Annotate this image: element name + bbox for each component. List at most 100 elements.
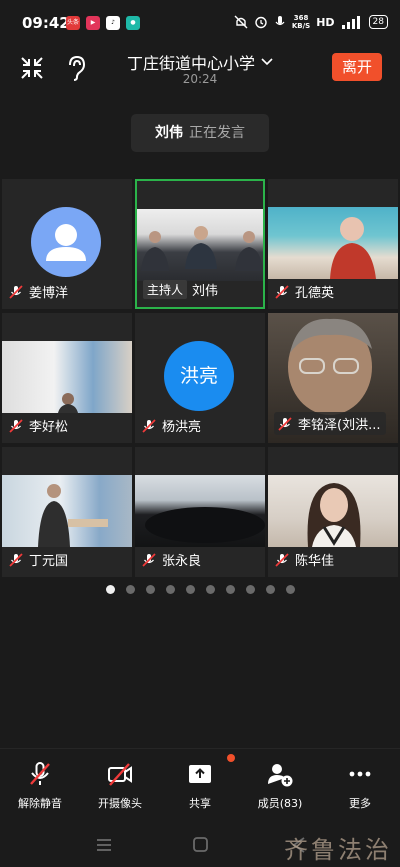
avatar: 洪亮	[164, 341, 234, 411]
members-button[interactable]: 成员(83)	[240, 761, 320, 811]
participant-name: 丁元国	[29, 554, 69, 569]
status-app-icons: 头条 ▶ ♪ ●	[66, 16, 140, 30]
more-icon	[349, 771, 371, 777]
members-icon	[268, 764, 293, 787]
video-app-icon: ▶	[86, 16, 100, 30]
hd-indicator: HD	[316, 15, 335, 29]
mic-muted-icon	[142, 552, 156, 567]
participant-label: 李铭泽(刘洪...	[274, 412, 387, 435]
participant-tile[interactable]: 洪亮 杨洪亮	[135, 313, 265, 443]
participant-label: 丁元国	[8, 550, 68, 569]
news-app-icon: 头条	[66, 16, 80, 30]
menu-nav-icon[interactable]	[96, 838, 112, 852]
start-camera-button[interactable]: 开摄像头	[80, 761, 160, 811]
participant-tile[interactable]: 孔德英	[268, 179, 398, 309]
participant-label: 杨洪亮	[141, 416, 201, 435]
mic-muted-icon	[9, 552, 23, 567]
participant-name: 张永良	[162, 554, 202, 569]
participant-tile-active[interactable]: 主持人 刘伟	[135, 179, 265, 309]
leave-button[interactable]: 离开	[332, 53, 382, 81]
participant-tile[interactable]: 丁元国	[2, 447, 132, 577]
silent-icon	[234, 15, 248, 29]
speaker-status: 正在发言	[189, 125, 245, 141]
video-feed	[268, 475, 398, 547]
mic-status-icon	[275, 16, 285, 26]
participant-tile[interactable]: 陈华佳	[268, 447, 398, 577]
page-dot[interactable]	[125, 585, 135, 594]
status-bar: 09:42 头条 ▶ ♪ ● 368 KB/S HD 28	[0, 0, 400, 44]
participant-label: 李好松	[8, 416, 68, 435]
chat-app-icon: ●	[126, 16, 140, 30]
system-nav-bar: 齐鲁法治	[0, 826, 400, 867]
mic-muted-icon	[142, 418, 156, 433]
network-speed: 368 KB/S	[291, 14, 311, 30]
speaker-name: 刘伟	[155, 125, 183, 141]
participant-label: 孔德英	[274, 282, 334, 301]
video-people	[141, 226, 263, 271]
share-button[interactable]: 共享	[160, 761, 240, 811]
watermark: 齐鲁法治	[284, 836, 392, 864]
video-scene	[145, 507, 265, 543]
mic-muted-icon	[275, 552, 289, 567]
video-feed	[137, 209, 263, 281]
mic-muted-icon	[9, 284, 23, 299]
participant-name: 姜博洋	[29, 286, 69, 301]
participant-name: 陈华佳	[295, 554, 335, 569]
participant-tile[interactable]: 姜博洋	[2, 179, 132, 309]
video-person	[58, 393, 78, 413]
battery-icon: 28	[368, 15, 388, 29]
video-person	[307, 483, 361, 547]
avatar	[31, 207, 101, 277]
host-badge: 主持人	[143, 280, 188, 299]
page-dot[interactable]	[285, 585, 295, 594]
participant-name: 孔德英	[295, 286, 335, 301]
video-person	[38, 484, 108, 547]
mic-muted-icon	[30, 762, 50, 785]
page-dot[interactable]	[185, 585, 195, 594]
participant-label: 主持人 刘伟	[143, 280, 218, 299]
share-notification-dot	[227, 754, 235, 762]
chevron-down-icon	[261, 58, 273, 66]
page-indicator[interactable]	[0, 585, 400, 594]
participant-label: 姜博洋	[8, 282, 68, 301]
unmute-button[interactable]: 解除静音	[0, 761, 80, 811]
video-person	[330, 217, 376, 279]
participant-label: 张永良	[141, 550, 201, 569]
page-dot[interactable]	[165, 585, 175, 594]
mic-muted-icon	[278, 416, 292, 431]
participant-tile[interactable]: 李铭泽(刘洪...	[268, 313, 398, 443]
page-dot[interactable]	[145, 585, 155, 594]
page-dot[interactable]	[105, 585, 115, 594]
participant-tile[interactable]: 李好松	[2, 313, 132, 443]
mic-muted-icon	[9, 418, 23, 433]
participant-label: 陈华佳	[274, 550, 334, 569]
status-indicators: 368 KB/S HD 28	[234, 14, 388, 30]
alarm-icon	[255, 16, 267, 29]
participant-name: 杨洪亮	[162, 420, 202, 435]
mic-muted-icon	[275, 284, 289, 299]
meeting-header: 丁庄街道中心小学 20:24 离开	[0, 44, 400, 92]
video-feed	[2, 475, 132, 547]
person-icon	[46, 224, 86, 261]
more-button[interactable]: 更多	[320, 761, 400, 811]
signal-icon	[341, 15, 360, 29]
tiktok-app-icon: ♪	[106, 16, 120, 30]
speaking-indicator: 刘伟 正在发言	[131, 114, 269, 152]
video-feed	[2, 341, 132, 413]
status-time: 09:42	[22, 14, 70, 32]
video-feed	[135, 475, 265, 547]
home-nav-icon[interactable]	[193, 837, 208, 852]
participant-grid: 姜博洋 主持人 刘伟 孔德英 李好松 洪亮 杨洪亮 李铭泽(刘洪... 丁元国 …	[2, 179, 398, 577]
participant-tile[interactable]: 张永良	[135, 447, 265, 577]
meeting-toolbar: 解除静音 开摄像头 共享 成员(83) 更多	[0, 748, 400, 826]
share-screen-icon	[189, 765, 211, 783]
page-dot[interactable]	[205, 585, 215, 594]
page-dot[interactable]	[245, 585, 255, 594]
participant-name: 刘伟	[192, 284, 219, 299]
camera-off-icon	[108, 763, 132, 786]
page-dot[interactable]	[225, 585, 235, 594]
page-dot[interactable]	[265, 585, 275, 594]
participant-name: 李铭泽(刘洪...	[298, 418, 381, 433]
participant-name: 李好松	[29, 420, 69, 435]
video-feed	[268, 207, 398, 279]
